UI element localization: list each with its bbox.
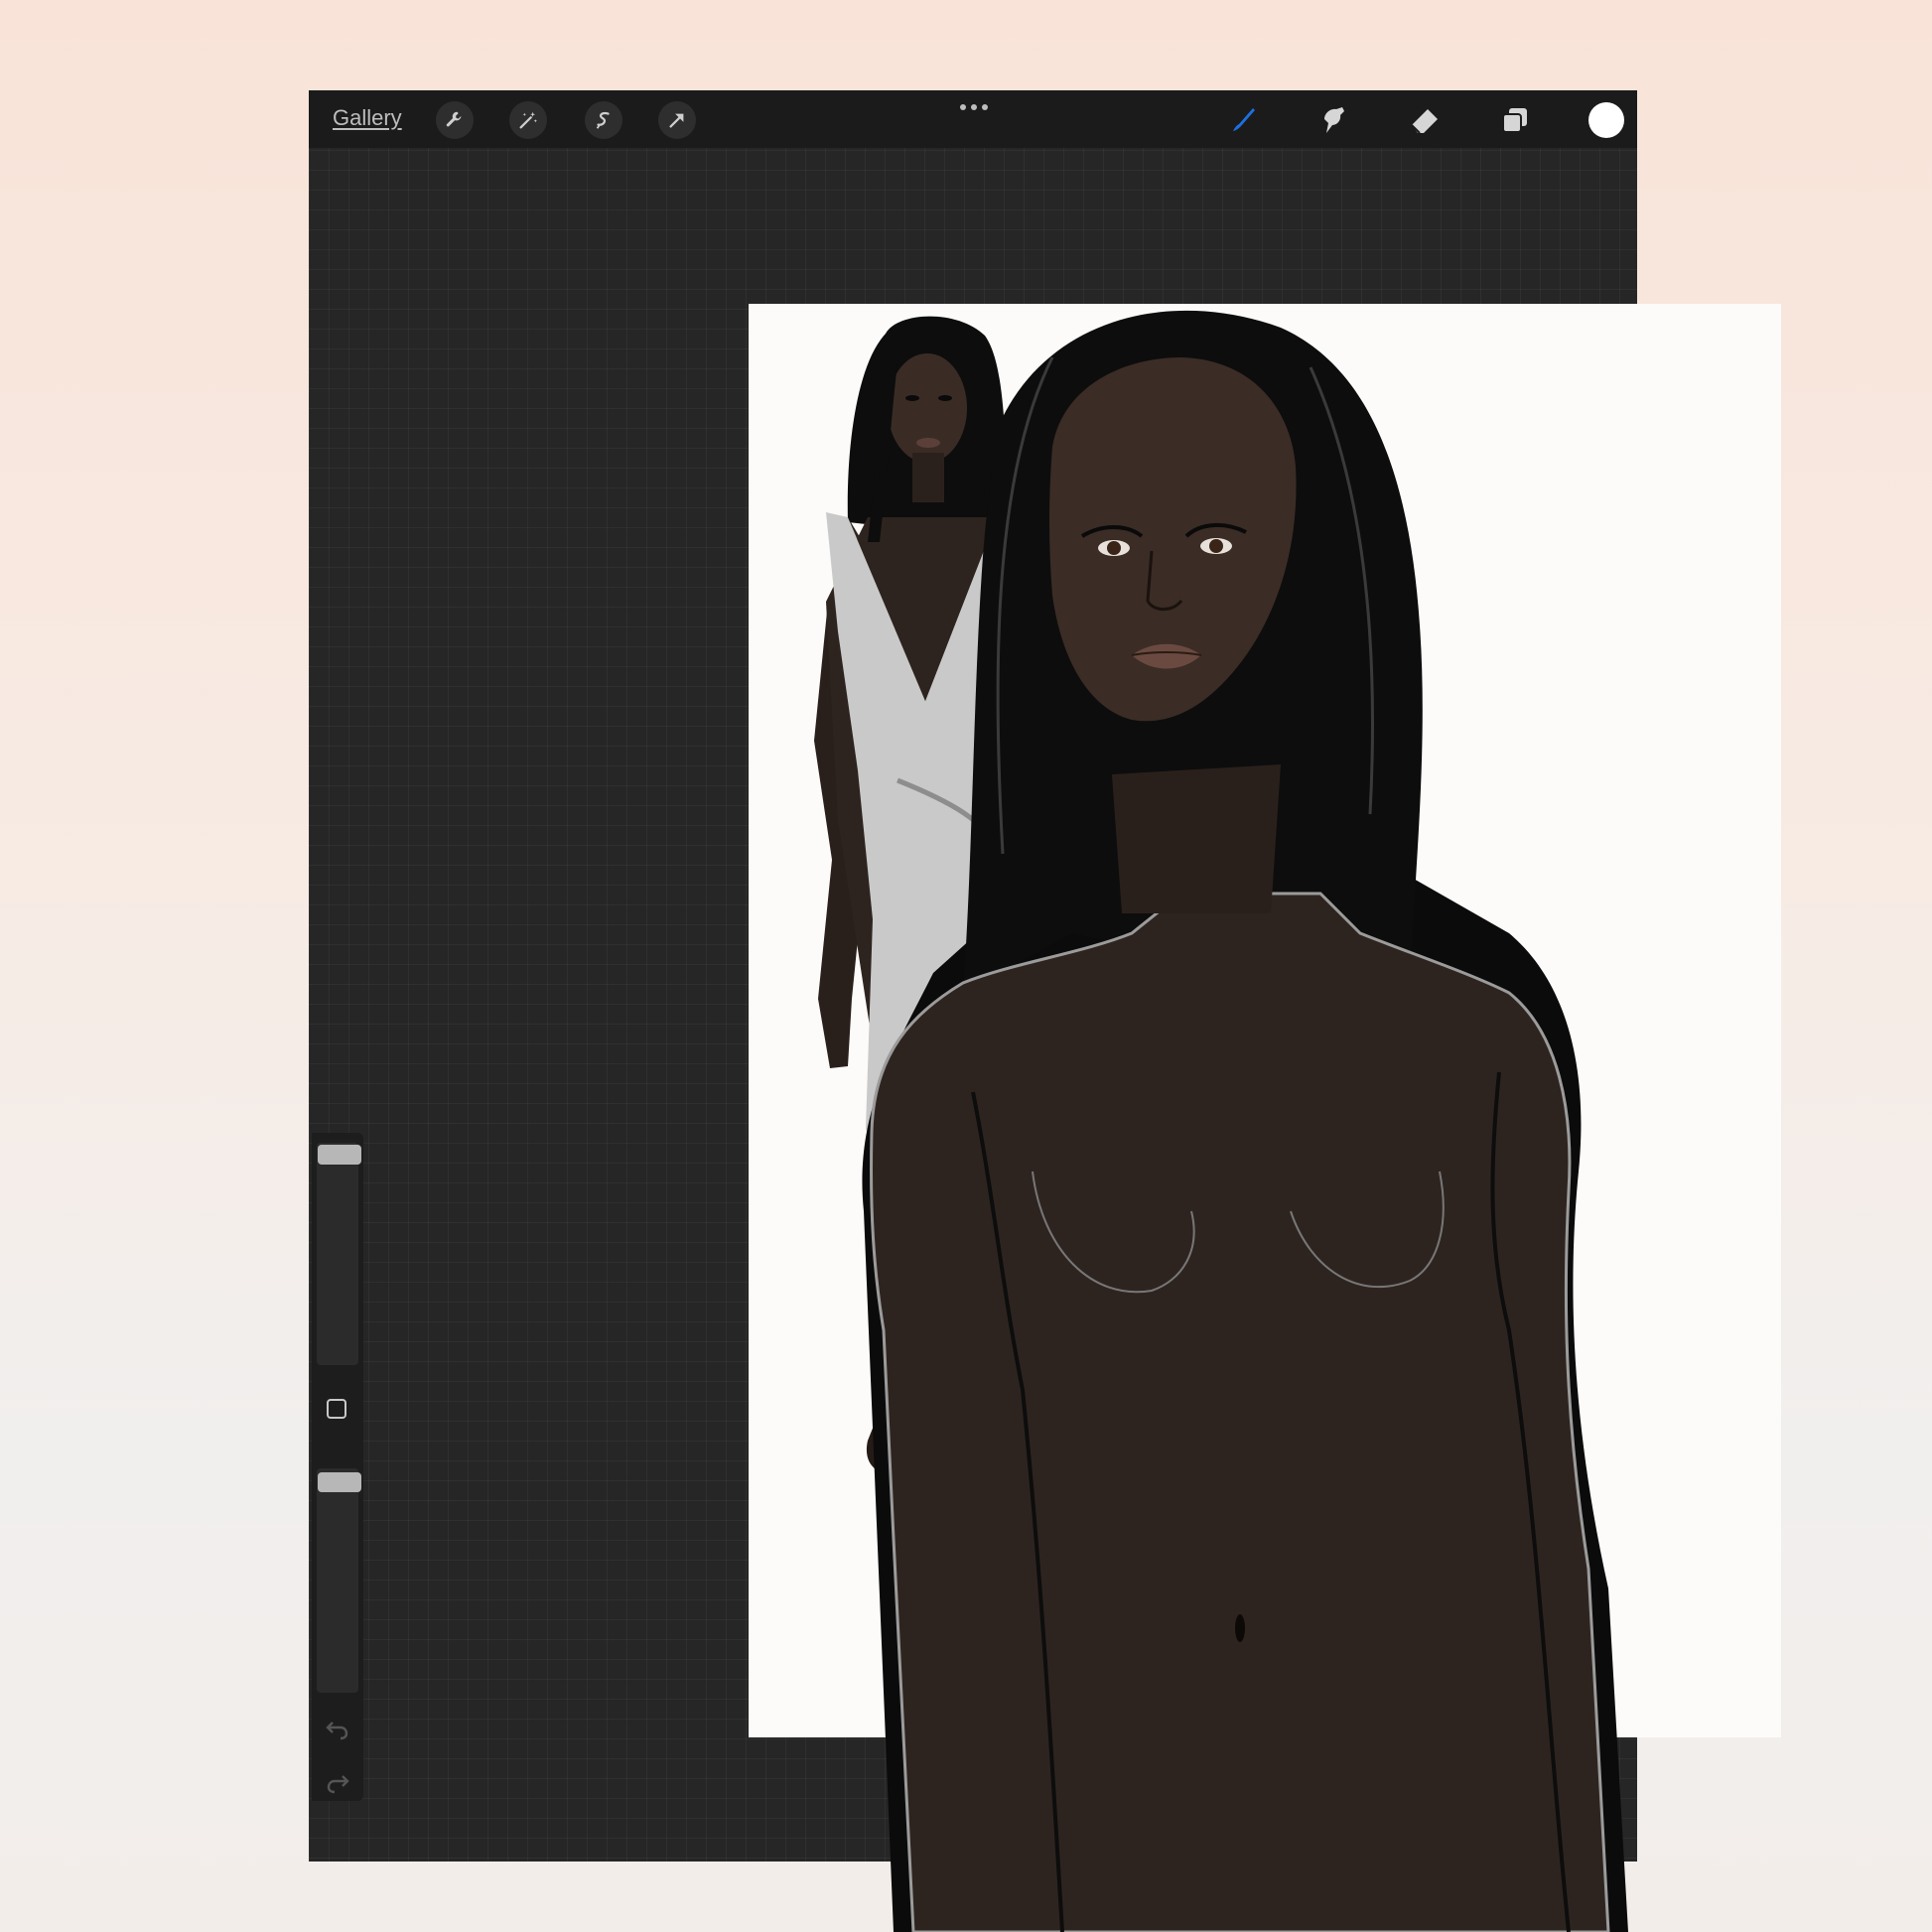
magic-wand-icon (519, 111, 537, 129)
color-picker-swatch[interactable] (1588, 102, 1624, 138)
eraser-tool-button[interactable] (1405, 100, 1445, 140)
brush-size-thumb[interactable] (318, 1145, 361, 1165)
eraser-icon (1411, 109, 1438, 134)
top-toolbar: Gallery (309, 90, 1637, 148)
wrench-icon (446, 111, 462, 127)
opacity-slider[interactable] (317, 1468, 361, 1693)
undo-icon[interactable] (325, 1719, 350, 1740)
smudge-tool-button[interactable] (1313, 100, 1353, 140)
adjustments-button[interactable] (509, 101, 547, 139)
brush-size-slider[interactable] (317, 1143, 361, 1365)
brush-tool-button[interactable] (1222, 100, 1262, 140)
transform-arrow-icon (669, 113, 684, 128)
brush-icon (1233, 108, 1255, 131)
transform-button[interactable] (658, 101, 696, 139)
smudge-icon (1324, 107, 1344, 133)
modify-button[interactable] (327, 1399, 346, 1419)
gallery-link[interactable]: Gallery (333, 105, 402, 131)
selection-button[interactable] (585, 101, 622, 139)
croquis-figure-closeup (862, 310, 1628, 1932)
layers-button[interactable] (1495, 100, 1535, 140)
redo-icon[interactable] (325, 1772, 350, 1794)
actions-wrench-button[interactable] (436, 101, 474, 139)
layers-icon (1502, 108, 1527, 133)
left-sidebar (312, 1133, 363, 1801)
selection-icon (596, 112, 610, 129)
more-options-dots-icon[interactable] (959, 102, 989, 112)
opacity-thumb[interactable] (318, 1472, 361, 1492)
